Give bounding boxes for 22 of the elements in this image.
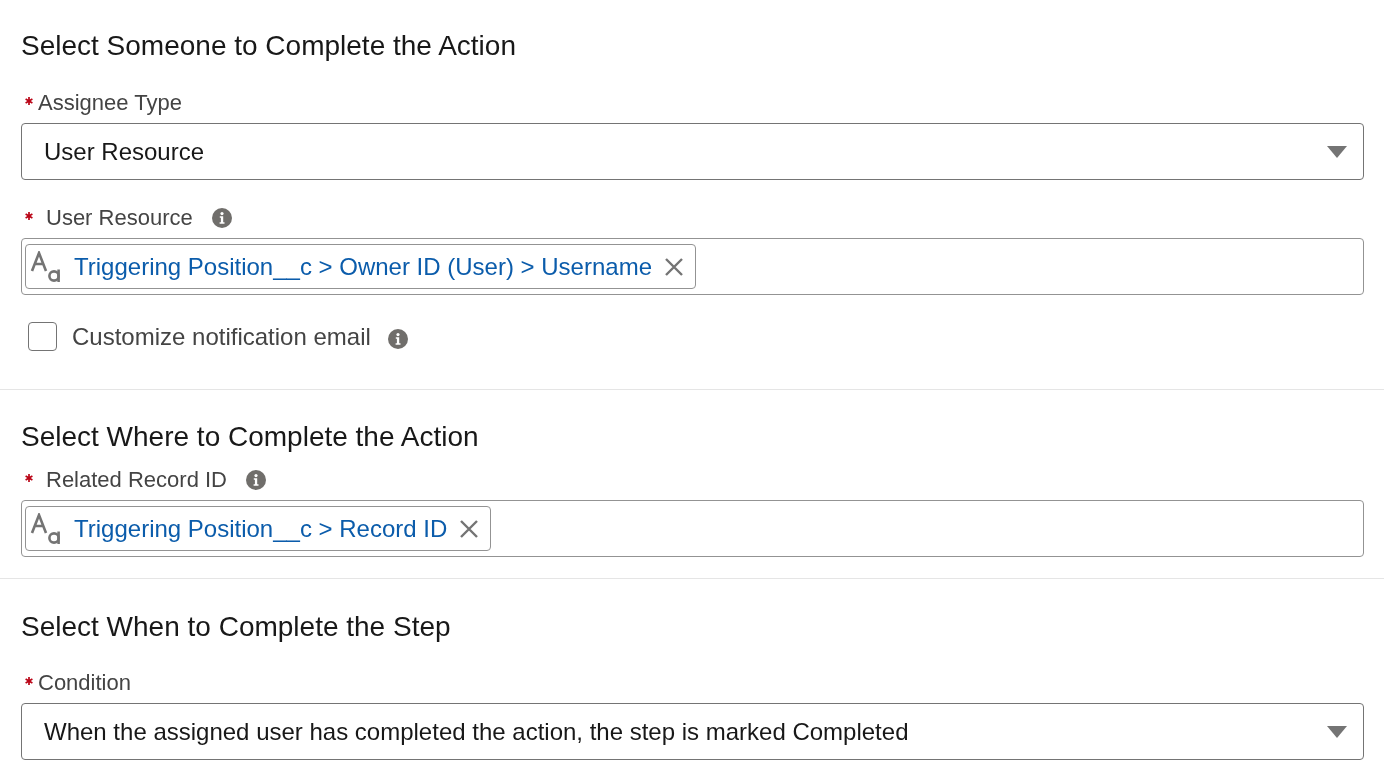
- field-label: Assignee Type: [38, 91, 182, 115]
- picklist-select[interactable]: When the assigned user has completed the action, the step is marked Completed: [21, 703, 1364, 760]
- resource-pill[interactable]: Triggering Position__c > Record ID: [25, 506, 492, 551]
- section-heading: Select When to Complete the Step: [21, 611, 452, 643]
- resource-input-field[interactable]: Triggering Position__c > Record ID: [21, 500, 1364, 557]
- info-icon[interactable]: [211, 208, 232, 228]
- resource-input-field[interactable]: Triggering Position__c > Owner ID (User) > Username: [21, 238, 1364, 295]
- section-heading: Select Someone to Complete the Action: [21, 30, 517, 62]
- resource-pill[interactable]: Triggering Position__c > Owner ID (User) > Username: [25, 244, 696, 289]
- field-label: User Resource: [46, 206, 193, 230]
- info-icon[interactable]: [246, 470, 266, 490]
- field-label: Condition: [38, 671, 131, 695]
- picklist-select[interactable]: User Resource: [21, 123, 1364, 180]
- field-label: Related Record ID: [46, 468, 227, 492]
- close-icon[interactable]: [664, 256, 684, 277]
- caret-down-icon: [1327, 725, 1347, 738]
- close-icon[interactable]: [459, 518, 480, 539]
- info-icon[interactable]: [387, 328, 408, 349]
- checkbox-label: Customize notification email: [72, 322, 371, 351]
- checkbox[interactable]: [28, 322, 57, 351]
- caret-down-icon: [1327, 145, 1347, 158]
- section-heading: Select Where to Complete the Action: [21, 421, 480, 453]
